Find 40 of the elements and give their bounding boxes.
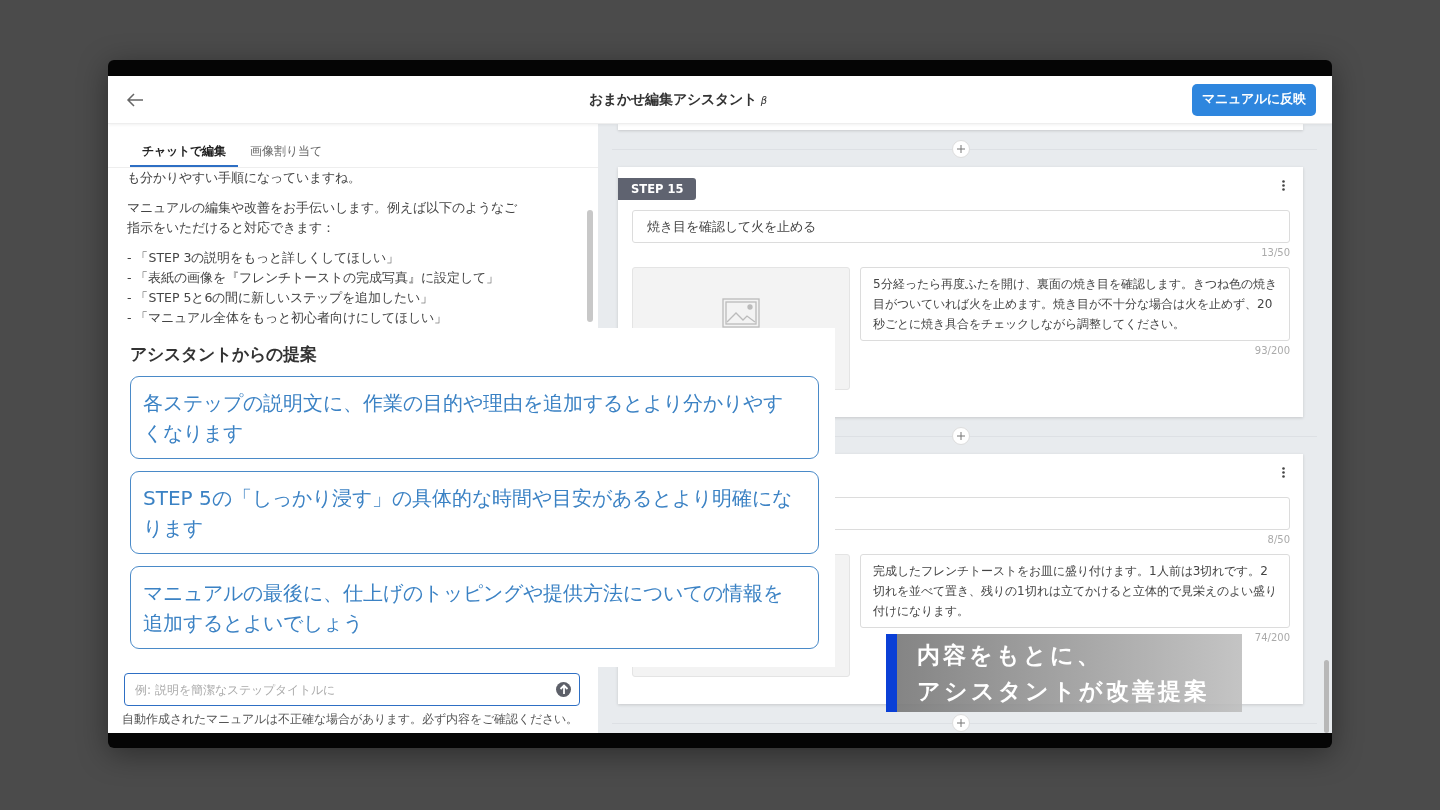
add-step-button[interactable] [951, 426, 970, 445]
step-description-field[interactable]: 5分経ったら再度ふたを開け、裏面の焼き目を確認します。きつね色の焼き目がついていれば火を止めます。焼き目が不十分な場合は火を止めず、20秒ごとに焼き具合をチェックしながら調整してください。 [860, 267, 1290, 341]
plus-icon [956, 718, 965, 727]
caption-text: 内容をもとに、 アシスタントが改善提案 [916, 641, 1210, 706]
character-count: 8/50 [1266, 534, 1290, 547]
plus-icon [956, 144, 965, 153]
more-icon [1282, 467, 1285, 478]
chat-message: も分かりやすい手順になっていますね。 [127, 169, 362, 187]
step-title-field[interactable]: 焼き目を確認して火を止める [632, 210, 1290, 243]
character-count: 93/200 [1253, 345, 1290, 358]
character-count: 13/50 [1260, 247, 1290, 260]
add-step-button[interactable] [951, 139, 970, 158]
image-icon [722, 298, 760, 328]
tab[interactable]: チャットで編集 [130, 124, 238, 167]
chat-list-item: - 「STEP 5と6の間に新しいステップを追加したい」 [127, 289, 435, 307]
chat-input-field[interactable]: 例: 説明を簡潔なステップタイトルに [124, 673, 580, 706]
back-arrow-icon [126, 92, 144, 107]
step-badge: STEP 15 [618, 178, 697, 200]
arrow-up-icon [558, 684, 569, 695]
suggestion-button[interactable]: 各ステップの説明文に、作業の目的や理由を追加するとより分かりやすくなります [130, 376, 819, 459]
chat-list-item: - 「マニュアル全体をもっと初心者向けにしてほしい」 [127, 309, 449, 327]
character-count: 74/200 [1253, 632, 1290, 645]
suggestion-button[interactable]: マニュアルの最後に、仕上げのトッピングや提供方法についての情報を追加するとよいでしょう [130, 566, 819, 649]
step-description-field[interactable]: 完成したフレンチトーストをお皿に盛り付けます。1人前は3切れです。2切れを並べて置き、残りの1切れは立てかけると立体的で見栄えのよい盛り付けになります。 [860, 554, 1290, 628]
chat-message: マニュアルの編集や改善をお手伝いします。例えば以下のようなご 指示をいただけると対応できます： [127, 199, 518, 237]
window-title: おまかせ編集アシスタント [588, 90, 757, 109]
scrollbar[interactable] [1324, 660, 1329, 733]
plus-icon [956, 431, 965, 440]
suggestions-heading: アシスタントからの提案 [130, 344, 318, 366]
back-button[interactable] [126, 92, 144, 107]
suggestion-button[interactable]: STEP 5の「しっかり浸す」の具体的な時間や目安があるとより明確になります [130, 471, 819, 554]
chat-list-item: - 「STEP 3の説明をもっと詳しくしてほしい」 [127, 249, 401, 267]
tab[interactable]: 画像割り当て [238, 124, 334, 167]
scrollbar[interactable] [587, 210, 593, 322]
disclaimer-text: 自動作成されたマニュアルは不正確な場合があります。必ず内容をご確認ください。 [121, 711, 579, 728]
more-icon [1282, 180, 1285, 191]
beta-label: β [760, 94, 768, 106]
add-step-button[interactable] [951, 713, 970, 732]
apply-button[interactable]: マニュアルに反映 [1192, 83, 1316, 116]
chat-list-item: - 「表紙の画像を『フレンチトーストの完成写真』に設定して」 [127, 269, 501, 287]
